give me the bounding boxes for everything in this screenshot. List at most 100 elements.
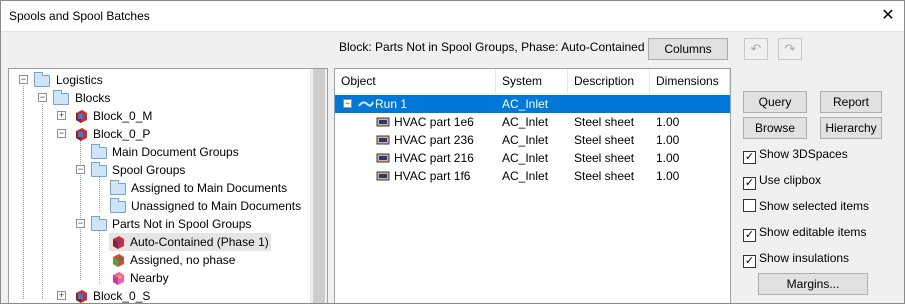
collapse-icon[interactable]: −	[76, 219, 85, 228]
cell-object: Run 1	[375, 97, 408, 111]
cell-system: AC_Inlet	[502, 169, 549, 183]
tree-node-block-0-m[interactable]: + Block_0_M	[9, 107, 309, 125]
tree-node-main-document-groups[interactable]: Main Document Groups	[9, 143, 309, 161]
tree-label: Block_0_P	[93, 127, 151, 141]
column-header-object[interactable]: Object	[335, 69, 496, 93]
collapse-icon[interactable]: −	[343, 99, 352, 108]
column-header-description[interactable]: Description	[568, 69, 650, 93]
columns-button[interactable]: Columns	[648, 38, 728, 60]
tree-node-auto-contained[interactable]: Auto-Contained (Phase 1)	[109, 233, 271, 251]
hvac-part-icon	[376, 117, 390, 127]
folder-icon	[110, 180, 126, 195]
hvac-part-icon	[376, 135, 390, 145]
tree-label: Blocks	[75, 91, 111, 105]
table-row[interactable]: − Run 1 AC_Inlet	[335, 95, 730, 113]
tree-node-block-0-s[interactable]: + Block_0_S	[9, 287, 309, 303]
collapse-icon[interactable]: −	[76, 165, 85, 174]
back-arrow-icon[interactable]: ↶	[744, 38, 768, 60]
expand-icon[interactable]: +	[57, 111, 66, 120]
block-phase-label: Block: Parts Not in Spool Groups, Phase:…	[339, 40, 645, 54]
checkbox-label: Use clipbox	[759, 173, 822, 187]
folder-icon	[110, 198, 126, 213]
tree-node-block-0-p[interactable]: − Block_0_P	[9, 125, 309, 143]
checkbox-box[interactable]: ✓	[743, 177, 756, 190]
table-row[interactable]: HVAC part 1e6 AC_Inlet Steel sheet 1.00	[335, 113, 730, 131]
cell-system: AC_Inlet	[502, 115, 549, 129]
part-red-icon	[113, 236, 124, 249]
object-table[interactable]: Object System Description Dimensions − R…	[334, 68, 731, 303]
show-editable-items-checkbox[interactable]: ✓ Show editable items	[743, 224, 867, 242]
show-3dspaces-checkbox[interactable]: ✓ Show 3DSpaces	[743, 146, 848, 164]
query-button[interactable]: Query	[743, 91, 807, 113]
checkbox-label: Show selected items	[759, 199, 870, 213]
checkbox-box[interactable]: ✓	[743, 229, 756, 242]
tree-node-blocks[interactable]: − Blocks	[9, 89, 309, 107]
tree-label: Main Document Groups	[112, 145, 239, 159]
collapse-icon[interactable]: −	[38, 93, 47, 102]
margins-button[interactable]: Margins...	[758, 273, 868, 295]
folder-icon	[34, 72, 50, 87]
part-green-icon	[113, 254, 124, 267]
report-button[interactable]: Report	[820, 91, 882, 113]
forward-arrow-icon[interactable]: ↷	[778, 38, 802, 60]
checkbox-label: Show editable items	[759, 225, 867, 239]
checkbox-box[interactable]: ✓	[743, 255, 756, 268]
show-insulations-checkbox[interactable]: ✓ Show insulations	[743, 250, 850, 268]
tree-label: Assigned to Main Documents	[131, 181, 288, 195]
tree-node-assigned-to-main-documents[interactable]: Assigned to Main Documents	[9, 179, 309, 197]
hvac-part-icon	[376, 153, 390, 163]
tree-node-assigned-no-phase[interactable]: Assigned, no phase	[109, 251, 279, 269]
table-row[interactable]: HVAC part 216 AC_Inlet Steel sheet 1.00	[335, 149, 730, 167]
cell-object: HVAC part 1e6	[394, 115, 474, 129]
tree-label: Unassigned to Main Documents	[131, 199, 302, 213]
hierarchy-button[interactable]: Hierarchy	[820, 117, 882, 139]
folder-icon	[91, 144, 107, 159]
tree-node-parts-not-in-spool-groups[interactable]: − Parts Not in Spool Groups	[9, 215, 309, 233]
close-icon[interactable]: ✕	[876, 4, 900, 28]
scrollbar-thumb[interactable]	[313, 69, 325, 303]
tree-node-logistics[interactable]: − Logistics	[9, 71, 309, 89]
checkbox-label: Show insulations	[759, 251, 850, 265]
tree-label: Auto-Contained (Phase 1)	[130, 235, 269, 249]
tree-node-unassigned-to-main-documents[interactable]: Unassigned to Main Documents	[9, 197, 309, 215]
table-row[interactable]: HVAC part 236 AC_Inlet Steel sheet 1.00	[335, 131, 730, 149]
tree-label: Block_0_S	[93, 289, 151, 303]
column-header-system[interactable]: System	[496, 69, 568, 93]
expand-icon[interactable]: +	[57, 291, 66, 300]
cell-dimensions: 1.00	[656, 133, 680, 147]
run-icon	[358, 101, 374, 107]
cell-system: AC_Inlet	[502, 133, 549, 147]
cell-object: HVAC part 1f6	[394, 169, 471, 183]
tree-scrollbar[interactable]	[310, 69, 327, 303]
column-header-dimensions[interactable]: Dimensions	[650, 69, 730, 93]
cell-system: AC_Inlet	[502, 97, 549, 111]
block-icon	[76, 290, 87, 303]
folder-icon	[91, 216, 107, 231]
cell-dimensions: 1.00	[656, 115, 680, 129]
title-bar: Spools and Spool Batches ✕	[1, 1, 904, 32]
checkbox-box[interactable]: ✓	[743, 151, 756, 164]
cell-description: Steel sheet	[574, 115, 635, 129]
use-clipbox-checkbox[interactable]: ✓ Use clipbox	[743, 172, 822, 190]
tree-label: Logistics	[56, 73, 103, 87]
block-icon	[76, 110, 87, 123]
cell-description: Steel sheet	[574, 133, 635, 147]
tree-node-nearby[interactable]: Nearby	[109, 269, 279, 287]
checkbox-box[interactable]	[743, 199, 756, 212]
show-selected-items-checkbox[interactable]: Show selected items	[743, 198, 869, 214]
dialog-window: Spools and Spool Batches ✕ Block: Parts …	[0, 0, 905, 304]
cell-description: Steel sheet	[574, 169, 635, 183]
cell-description: Steel sheet	[574, 151, 635, 165]
collapse-icon[interactable]: −	[19, 75, 28, 84]
collapse-icon[interactable]: −	[57, 129, 66, 138]
tree-label: Block_0_M	[93, 109, 153, 123]
tree-view[interactable]: − Logistics − Blocks + Block_0_M − Block…	[8, 68, 328, 303]
tree-node-spool-groups[interactable]: − Spool Groups	[9, 161, 309, 179]
tree-label: Assigned, no phase	[130, 253, 236, 267]
browse-button[interactable]: Browse	[743, 117, 807, 139]
folder-icon	[53, 90, 69, 105]
cell-system: AC_Inlet	[502, 151, 549, 165]
block-icon	[76, 128, 87, 141]
table-row[interactable]: HVAC part 1f6 AC_Inlet Steel sheet 1.00	[335, 167, 730, 185]
window-title: Spools and Spool Batches	[9, 9, 150, 23]
